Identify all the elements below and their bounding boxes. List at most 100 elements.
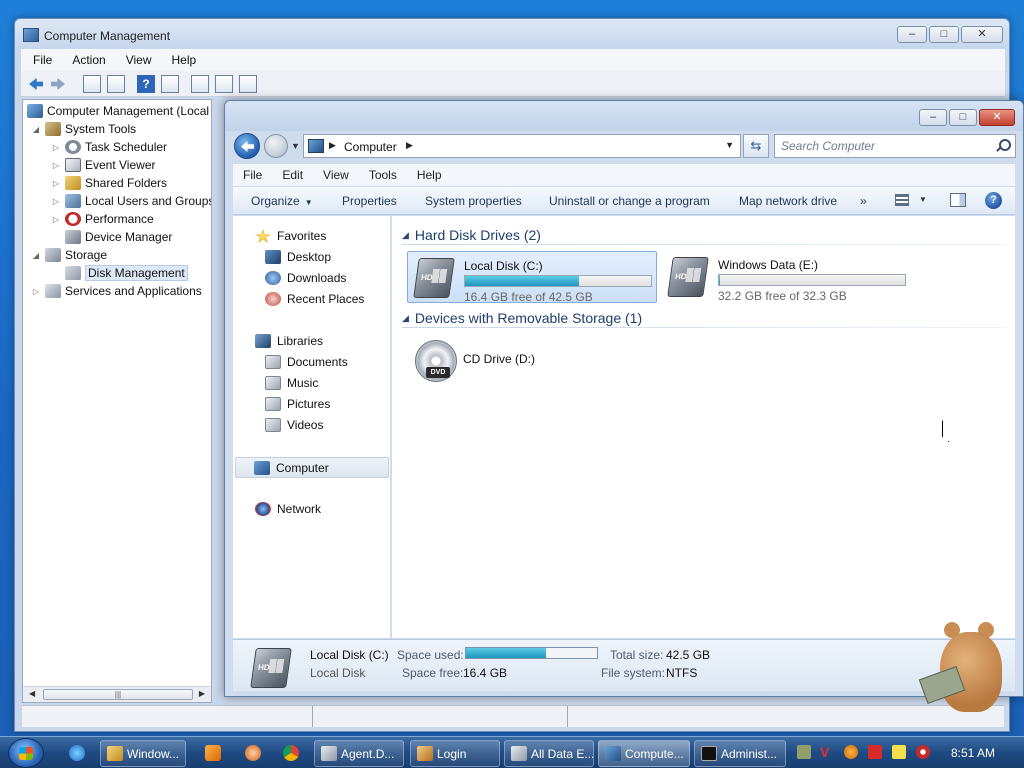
tree-item-computer-management[interactable]: Computer Management (Local — [27, 102, 209, 120]
tree-item-system-tools[interactable]: ◢ System Tools — [31, 120, 136, 138]
help-icon[interactable]: ? — [985, 192, 1002, 209]
hamster-gadget[interactable] — [918, 612, 1010, 720]
tray-search-icon[interactable] — [844, 745, 858, 759]
close-button[interactable]: ✕ — [961, 26, 1003, 43]
collapse-arrow-icon[interactable]: ◢ — [402, 313, 409, 324]
menu-help[interactable]: Help — [417, 168, 442, 182]
export-list-icon[interactable] — [239, 75, 257, 93]
console-tree[interactable]: Computer Management (Local ◢ System Tool… — [22, 99, 212, 703]
action-pane-icon[interactable] — [161, 75, 179, 93]
menu-action[interactable]: Action — [72, 53, 105, 67]
tree-horizontal-scrollbar[interactable]: ◀ ||| ▶ — [23, 686, 211, 702]
uninstall-program-button[interactable]: Uninstall or change a program — [549, 194, 710, 208]
nav-computer[interactable]: Computer — [235, 457, 389, 478]
menu-view[interactable]: View — [126, 53, 152, 67]
change-view-icon[interactable] — [895, 194, 909, 206]
menu-tools[interactable]: Tools — [369, 168, 397, 182]
expand-arrow-icon[interactable]: ▷ — [51, 179, 61, 188]
tree-item-local-users[interactable]: ▷ Local Users and Groups — [51, 192, 211, 210]
forward-arrow-icon[interactable] — [49, 75, 67, 93]
forward-button[interactable] — [264, 134, 288, 158]
search-input[interactable] — [781, 139, 989, 153]
nav-libraries[interactable]: Libraries — [255, 332, 323, 350]
taskbar-item-agent[interactable]: Agent.D... — [314, 740, 404, 767]
drive-cd-d[interactable]: DVD CD Drive (D:) — [407, 334, 657, 386]
group-header-removable-storage[interactable]: ◢ Devices with Removable Storage (1) — [402, 309, 1006, 328]
content-pane[interactable]: ◢ Hard Disk Drives (2) HD Local Disk (C:… — [392, 216, 1015, 638]
menu-view[interactable]: View — [323, 168, 349, 182]
collapse-arrow-icon[interactable]: ◢ — [31, 125, 41, 134]
properties-button[interactable]: Properties — [342, 194, 397, 208]
scroll-thumb[interactable]: ||| — [43, 689, 193, 700]
collapse-arrow-icon[interactable]: ◢ — [402, 230, 409, 241]
menu-file[interactable]: File — [33, 53, 52, 67]
nav-documents[interactable]: Documents — [265, 353, 348, 371]
menu-edit[interactable]: Edit — [282, 168, 303, 182]
taskbar-item-windows[interactable]: Window... — [100, 740, 186, 767]
search-box[interactable] — [774, 134, 1016, 158]
breadcrumb-arrow-icon[interactable]: ▶ — [406, 140, 413, 151]
preview-pane-icon[interactable] — [950, 193, 966, 207]
up-folder-icon[interactable] — [83, 75, 101, 93]
breadcrumb-computer[interactable]: Computer — [344, 140, 397, 154]
back-arrow-icon[interactable] — [27, 75, 45, 93]
menu-help[interactable]: Help — [172, 53, 197, 67]
group-header-hard-disk-drives[interactable]: ◢ Hard Disk Drives (2) — [402, 226, 1006, 245]
scroll-right-arrow-icon[interactable]: ▶ — [199, 689, 205, 698]
map-network-drive-button[interactable]: Map network drive — [739, 194, 837, 208]
nav-favorites[interactable]: Favorites — [255, 227, 326, 245]
taskbar-item-all-data[interactable]: All Data E... — [504, 740, 594, 767]
computer-explorer-window[interactable]: – □ ✕ ▼ ▶ Computer ▶ ▼ ⇆ File Edit View … — [224, 100, 1024, 697]
expand-arrow-icon[interactable]: ▷ — [51, 143, 61, 152]
taskbar-clock[interactable]: 8:51 AM — [951, 746, 995, 760]
drive-local-disk-c[interactable]: HD Local Disk (C:) 16.4 GB free of 42.5 … — [407, 251, 657, 304]
tree-item-storage[interactable]: ◢ Storage — [31, 246, 107, 264]
address-bar[interactable]: ▶ Computer ▶ ▼ — [303, 134, 741, 158]
organize-button[interactable]: Organize ▼ — [251, 194, 313, 208]
tree-item-device-manager[interactable]: Device Manager — [65, 228, 172, 246]
search-icon[interactable] — [996, 139, 1011, 153]
tray-volume-icon[interactable] — [916, 745, 930, 759]
maximize-button[interactable]: □ — [929, 26, 959, 43]
nav-music[interactable]: Music — [265, 374, 318, 392]
system-properties-button[interactable]: System properties — [425, 194, 522, 208]
tree-item-event-viewer[interactable]: ▷ Event Viewer — [51, 156, 155, 174]
menu-file[interactable]: File — [243, 168, 262, 182]
scroll-left-arrow-icon[interactable]: ◀ — [29, 689, 35, 698]
taskbar-item-administrator[interactable]: Administ... — [694, 740, 786, 767]
explorer-title-bar[interactable]: – □ ✕ — [225, 101, 1023, 131]
tree-item-performance[interactable]: ▷ Performance — [51, 210, 154, 228]
collapse-arrow-icon[interactable]: ◢ — [31, 251, 41, 260]
nav-recent-places[interactable]: Recent Places — [265, 290, 364, 308]
cm-title-bar[interactable]: Computer Management – □ ✕ — [15, 19, 1009, 49]
pinned-paint[interactable] — [238, 741, 268, 765]
pinned-media-player[interactable] — [198, 741, 228, 765]
expand-arrow-icon[interactable]: ▷ — [51, 215, 61, 224]
taskbar-item-login[interactable]: Login — [410, 740, 500, 767]
properties-icon[interactable] — [215, 75, 233, 93]
nav-network[interactable]: Network — [255, 500, 321, 518]
close-button[interactable]: ✕ — [979, 109, 1015, 126]
tray-flag-icon[interactable] — [868, 745, 882, 759]
taskbar-item-computer[interactable]: Compute... — [598, 740, 690, 767]
recent-pages-dropdown-icon[interactable]: ▼ — [291, 141, 300, 151]
maximize-button[interactable]: □ — [949, 109, 977, 126]
refresh-icon[interactable]: ⇆ — [743, 134, 769, 158]
tree-item-services-applications[interactable]: ▷ Services and Applications — [31, 282, 202, 300]
pinned-chrome[interactable] — [276, 741, 306, 765]
nav-desktop[interactable]: Desktop — [265, 248, 331, 266]
minimize-button[interactable]: – — [897, 26, 927, 43]
tray-app-icon[interactable] — [797, 745, 811, 759]
expand-arrow-icon[interactable]: ▷ — [51, 161, 61, 170]
nav-videos[interactable]: Videos — [265, 416, 323, 434]
tray-v-icon[interactable]: V — [820, 745, 834, 759]
help-icon[interactable]: ? — [137, 75, 155, 93]
back-button[interactable] — [234, 133, 260, 159]
breadcrumb-arrow-icon[interactable]: ▶ — [329, 140, 336, 151]
show-hide-tree-icon[interactable] — [107, 75, 125, 93]
tree-item-task-scheduler[interactable]: ▷ Task Scheduler — [51, 138, 167, 156]
address-dropdown-icon[interactable]: ▼ — [725, 140, 734, 150]
expand-arrow-icon[interactable]: ▷ — [51, 197, 61, 206]
refresh-icon[interactable] — [191, 75, 209, 93]
more-commands-button[interactable]: » — [860, 194, 867, 208]
